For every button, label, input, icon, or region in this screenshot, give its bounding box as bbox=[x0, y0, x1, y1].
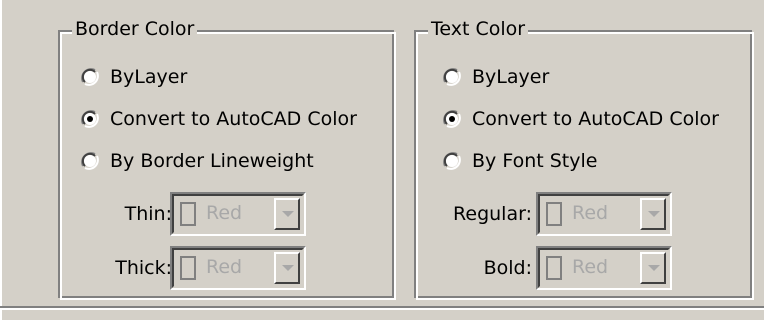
dialog-left-highlight bbox=[0, 0, 2, 320]
combo-value: Red bbox=[206, 202, 243, 224]
color-swatch bbox=[180, 256, 196, 280]
radio-border-lineweight[interactable]: By Border Lineweight bbox=[80, 148, 314, 174]
thick-label: Thick: bbox=[115, 257, 172, 279]
radio-label: ByLayer bbox=[472, 66, 550, 88]
radio-button-icon bbox=[442, 67, 462, 87]
dropdown-arrow-button[interactable] bbox=[274, 252, 300, 284]
border-color-group: Border Color ByLayer Convert to AutoCAD … bbox=[58, 17, 396, 300]
chevron-down-icon bbox=[282, 265, 294, 271]
dialog-bottom-highlight bbox=[0, 308, 764, 310]
combo-value: Red bbox=[572, 202, 609, 224]
radio-button-selected-icon bbox=[442, 109, 462, 129]
dropdown-arrow-button[interactable] bbox=[640, 198, 666, 230]
regular-label: Regular: bbox=[453, 203, 532, 225]
radio-button-icon bbox=[442, 151, 462, 171]
chevron-down-icon bbox=[648, 265, 660, 271]
color-swatch bbox=[180, 202, 196, 226]
thin-color-combo[interactable]: Red bbox=[170, 192, 306, 236]
text-color-group-title: Text Color bbox=[428, 17, 529, 41]
thin-label: Thin: bbox=[124, 203, 172, 225]
radio-text-convert-autocad[interactable]: Convert to AutoCAD Color bbox=[442, 106, 719, 132]
color-swatch bbox=[546, 202, 562, 226]
radio-label: ByLayer bbox=[110, 66, 188, 88]
dropdown-arrow-button[interactable] bbox=[640, 252, 666, 284]
regular-color-combo[interactable]: Red bbox=[536, 192, 672, 236]
text-color-group: Text Color ByLayer Convert to AutoCAD Co… bbox=[414, 17, 754, 300]
combo-value: Red bbox=[206, 256, 243, 278]
bold-color-combo[interactable]: Red bbox=[536, 246, 672, 290]
radio-button-icon bbox=[80, 151, 100, 171]
radio-text-font-style[interactable]: By Font Style bbox=[442, 148, 597, 174]
combo-value: Red bbox=[572, 256, 609, 278]
color-swatch bbox=[546, 256, 562, 280]
radio-button-icon bbox=[80, 67, 100, 87]
radio-border-convert-autocad[interactable]: Convert to AutoCAD Color bbox=[80, 106, 357, 132]
radio-label: By Border Lineweight bbox=[110, 150, 314, 172]
thick-color-combo[interactable]: Red bbox=[170, 246, 306, 290]
radio-border-bylayer[interactable]: ByLayer bbox=[80, 64, 187, 90]
chevron-down-icon bbox=[648, 211, 660, 217]
bold-label: Bold: bbox=[483, 257, 532, 279]
radio-button-selected-icon bbox=[80, 109, 100, 129]
dropdown-arrow-button[interactable] bbox=[274, 198, 300, 230]
radio-label: Convert to AutoCAD Color bbox=[472, 108, 719, 130]
chevron-down-icon bbox=[282, 211, 294, 217]
radio-text-bylayer[interactable]: ByLayer bbox=[442, 64, 549, 90]
border-color-group-title: Border Color bbox=[72, 17, 198, 41]
radio-label: By Font Style bbox=[472, 150, 598, 172]
radio-label: Convert to AutoCAD Color bbox=[110, 108, 357, 130]
